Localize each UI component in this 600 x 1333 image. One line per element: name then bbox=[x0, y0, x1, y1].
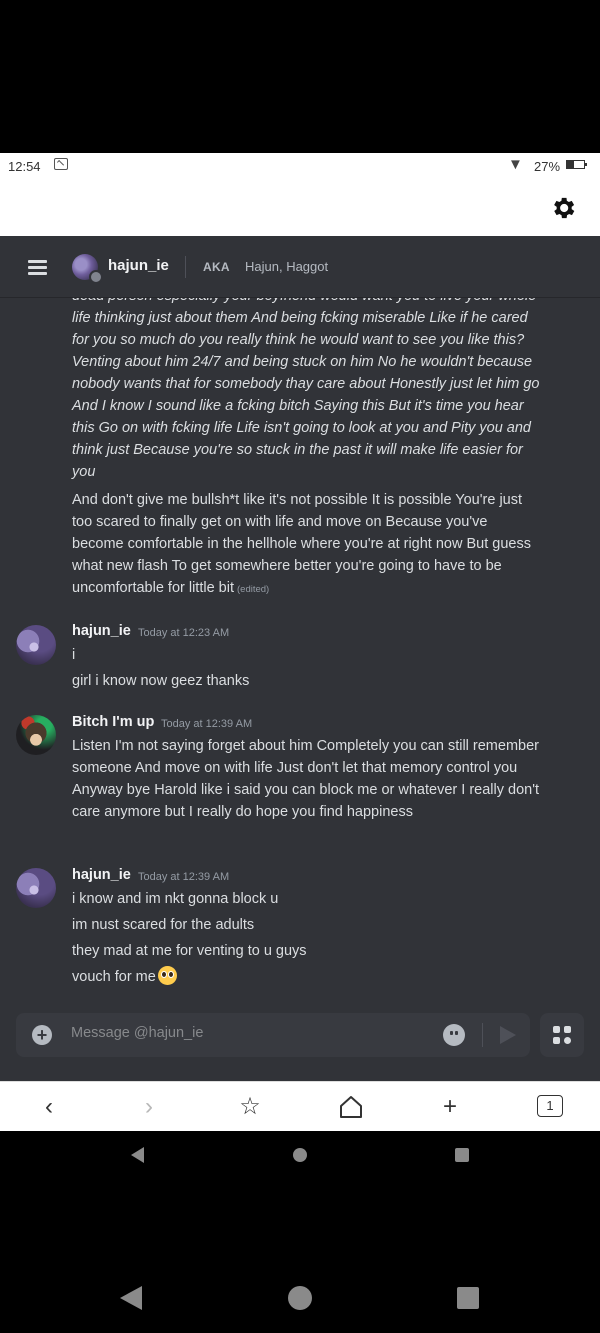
edited-label: (edited) bbox=[237, 584, 270, 595]
message-text: i bbox=[72, 647, 76, 663]
system-back-icon[interactable] bbox=[131, 1147, 144, 1163]
message-text: vouch for me bbox=[72, 966, 542, 988]
system-nav-bar bbox=[0, 1131, 600, 1181]
cast-icon bbox=[54, 158, 68, 170]
status-indicator bbox=[89, 270, 103, 284]
message-input[interactable]: Message @hajun_ie bbox=[71, 1025, 203, 1041]
message-list[interactable]: dead person especially your boyfriend wo… bbox=[0, 298, 600, 1013]
discord-dm-view: hajun_ie AKA Hajun, Haggot dead person e… bbox=[0, 236, 600, 1081]
dm-header: hajun_ie AKA Hajun, Haggot bbox=[0, 236, 600, 298]
header-divider bbox=[185, 256, 186, 278]
system-home-icon[interactable] bbox=[293, 1148, 307, 1162]
settings-gear-icon[interactable] bbox=[549, 194, 577, 222]
message-composer[interactable]: + Message @hajun_ie bbox=[16, 1013, 530, 1057]
aka-names: Hajun, Haggot bbox=[245, 259, 329, 274]
home-icon[interactable] bbox=[337, 1094, 365, 1120]
new-tab-icon[interactable]: + bbox=[436, 1094, 464, 1120]
avatar[interactable] bbox=[16, 715, 56, 755]
apps-icon[interactable] bbox=[540, 1013, 584, 1057]
aka-label: AKA bbox=[203, 260, 230, 274]
dm-username[interactable]: hajun_ie bbox=[108, 257, 169, 274]
avatar[interactable] bbox=[16, 868, 56, 908]
browser-top-bar bbox=[0, 180, 600, 236]
send-icon[interactable] bbox=[500, 1026, 516, 1044]
pleading-face-emoji-icon bbox=[157, 966, 177, 985]
message-timestamp: Today at 12:39 AM bbox=[161, 718, 253, 730]
add-attachment-icon[interactable]: + bbox=[32, 1025, 52, 1045]
system-back-icon[interactable] bbox=[120, 1286, 142, 1310]
message-text: they mad at me for venting to u guys bbox=[72, 943, 307, 959]
message-text: im nust scared for the adults bbox=[72, 917, 255, 933]
forward-icon[interactable]: › bbox=[135, 1094, 163, 1120]
message-timestamp: Today at 12:39 AM bbox=[138, 871, 230, 883]
message-continuation: dead person especially your boyfriend wo… bbox=[72, 298, 540, 480]
system-nav-bar bbox=[0, 1274, 600, 1324]
message-author[interactable]: hajun_ie bbox=[72, 623, 131, 639]
avatar[interactable] bbox=[16, 625, 56, 665]
battery-icon bbox=[566, 160, 587, 169]
message-timestamp: Today at 12:23 AM bbox=[138, 627, 230, 639]
message-author[interactable]: Bitch I'm up bbox=[72, 714, 154, 730]
status-time: 12:54 bbox=[8, 159, 41, 174]
status-bar: 12:54 ▼ 27% bbox=[0, 153, 600, 180]
system-home-icon[interactable] bbox=[288, 1286, 312, 1310]
battery-percent: 27% bbox=[534, 159, 561, 174]
tabs-icon[interactable]: 1 bbox=[537, 1095, 563, 1117]
message-text: girl i know now geez thanks bbox=[72, 673, 250, 689]
message-author[interactable]: hajun_ie bbox=[72, 867, 131, 883]
hamburger-menu-icon[interactable] bbox=[28, 260, 47, 275]
wifi-icon: ▼ bbox=[508, 156, 523, 173]
message-text: i know and im nkt gonna block u bbox=[72, 891, 279, 907]
back-icon[interactable]: ‹ bbox=[35, 1094, 63, 1120]
system-recents-icon[interactable] bbox=[455, 1148, 469, 1162]
bookmark-star-icon[interactable]: ☆ bbox=[236, 1094, 264, 1120]
composer-divider bbox=[482, 1023, 483, 1047]
emoji-picker-icon[interactable] bbox=[443, 1024, 465, 1046]
message-continuation: And don't give me bullsh*t like it's not… bbox=[72, 492, 531, 596]
message-text: Listen I'm not saying forget about him C… bbox=[72, 738, 539, 820]
system-recents-icon[interactable] bbox=[457, 1287, 479, 1309]
browser-nav-bar: ‹ › ☆ + 1 bbox=[0, 1081, 600, 1131]
